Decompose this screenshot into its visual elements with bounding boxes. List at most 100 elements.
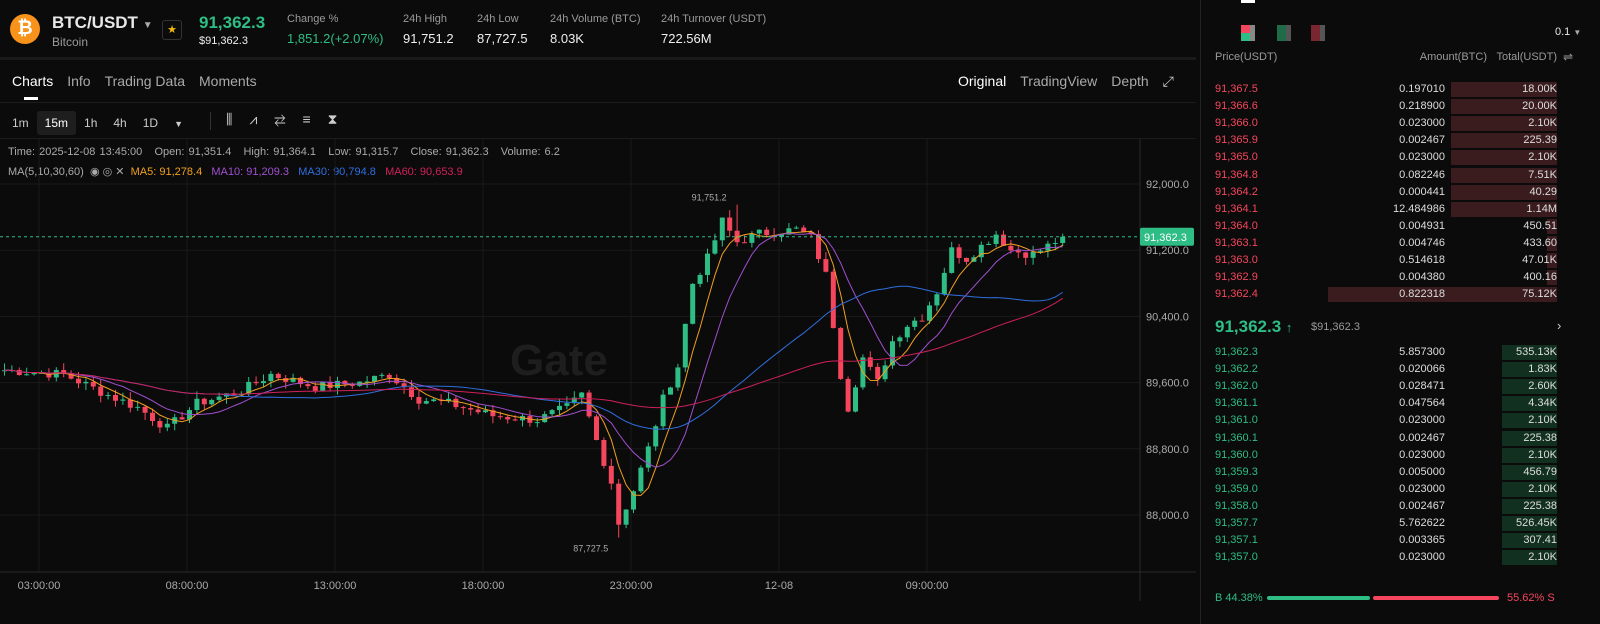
reset-chart-icon[interactable]: ⧗ [328, 111, 355, 127]
stat-label: Change % [287, 13, 339, 25]
candle-body [579, 392, 585, 398]
total: 535.13K [1516, 346, 1557, 358]
candle-body [386, 374, 392, 378]
candle-body [690, 283, 696, 324]
price: 91,357.1 [1215, 534, 1258, 547]
price: 91,365.0 [1215, 151, 1258, 164]
total: 2.10K [1528, 414, 1557, 427]
candlestick-chart[interactable]: 92,000.0 91,200.0 90,400.0 89,600.0 88,800.0… [0, 139, 1196, 601]
candle-body [882, 365, 888, 380]
asks-row[interactable]: 91,365.0 0.023000 2.10K [1215, 149, 1557, 166]
settings-sliders-icon[interactable]: ⇄ [274, 111, 302, 127]
candle-body [164, 423, 170, 428]
y-tick-label: 88,800.0 [1146, 444, 1189, 456]
candle-body [209, 399, 215, 405]
asks-row[interactable]: 91,364.8 0.082246 7.51K [1215, 167, 1557, 184]
price: 91,359.3 [1215, 465, 1258, 478]
mid-price: 91,362.3 ↑ [1215, 317, 1292, 337]
asks-row[interactable]: 91,363.0 0.514618 47.01K [1215, 252, 1557, 269]
candle-body [564, 403, 570, 406]
candle-type-icon[interactable]: ⫼ [226, 111, 249, 127]
view-tradingview[interactable]: TradingView [1020, 73, 1097, 89]
asks-row[interactable]: 91,362.4 0.822318 75.12K [1215, 286, 1557, 303]
tab-moments[interactable]: Moments [199, 73, 257, 89]
candle-body [453, 398, 459, 408]
column-settings-icon[interactable]: ⇌ [1563, 50, 1573, 64]
asks-row[interactable]: 91,363.1 0.004746 433.60 [1215, 235, 1557, 252]
favorite-star-icon[interactable]: ★ [162, 20, 182, 40]
bids-row[interactable]: 91,360.1 0.002467 225.38 [1215, 430, 1557, 447]
chevron-right-icon[interactable]: › [1557, 318, 1561, 333]
total: 400.16 [1523, 271, 1557, 284]
candle-body [697, 274, 703, 284]
asks-row[interactable]: 91,365.9 0.002467 225.39 [1215, 132, 1557, 149]
asks-row[interactable]: 91,364.2 0.000441 40.29 [1215, 184, 1557, 201]
amount: 0.004931 [1399, 219, 1445, 232]
bids-row[interactable]: 91,358.0 0.002467 225.38 [1215, 498, 1557, 515]
bids-row[interactable]: 91,357.1 0.003365 307.41 [1215, 532, 1557, 549]
ticker-header: ₿ BTC/USDT ▼ Bitcoin ★ 91,362.3 $91,362.… [0, 0, 1196, 60]
order-book: 0.1 ▼ Price(USDT) Amount(BTC) Total(USDT… [1200, 0, 1600, 624]
drawing-tools-icon[interactable]: ≡ [302, 111, 327, 127]
bids-row[interactable]: 91,362.0 0.028471 2.60K [1215, 378, 1557, 395]
tf-4h[interactable]: 4h [105, 111, 134, 135]
amount: 0.005000 [1399, 465, 1445, 478]
candle-body [638, 467, 644, 492]
tf-1m[interactable]: 1m [4, 111, 37, 135]
candle-body [512, 419, 518, 421]
tab-charts[interactable]: Charts [12, 73, 53, 89]
total: 225.39 [1523, 134, 1557, 147]
bids-row[interactable]: 91,357.7 5.762622 526.45K [1215, 515, 1557, 532]
amount: 0.047564 [1399, 397, 1445, 410]
indicators-icon[interactable]: ⩘ [249, 111, 274, 127]
view-asks-icon[interactable] [1311, 25, 1325, 41]
candle-body [431, 399, 437, 402]
amount: 0.023000 [1399, 117, 1445, 130]
bids-row[interactable]: 91,361.1 0.047564 4.34K [1215, 395, 1557, 412]
view-bids-icon[interactable] [1277, 25, 1291, 41]
tab-trading-data[interactable]: Trading Data [105, 73, 185, 89]
x-tick-label: 09:00:00 [906, 580, 949, 592]
asks-row[interactable]: 91,366.0 0.023000 2.10K [1215, 115, 1557, 132]
asks-row[interactable]: 91,364.1 12.484986 1.14M [1215, 201, 1557, 218]
candle-body [764, 229, 770, 236]
y-tick-label: 90,400.0 [1146, 311, 1189, 323]
precision-select[interactable]: 0.1 ▼ [1555, 26, 1581, 38]
asks-row[interactable]: 91,366.6 0.218900 20.00K [1215, 98, 1557, 115]
bids-row[interactable]: 91,359.3 0.005000 456.79 [1215, 464, 1557, 481]
asks-row[interactable]: 91,362.9 0.004380 400.16 [1215, 269, 1557, 286]
candle-body [460, 407, 466, 409]
x-tick-label: 23:00:00 [610, 580, 653, 592]
asks-row[interactable]: 91,367.5 0.197010 18.00K [1215, 81, 1557, 98]
candle-body [475, 409, 481, 413]
stat-value: 722.56M [661, 31, 712, 46]
total: 4.34K [1528, 397, 1557, 410]
total: 7.51K [1528, 168, 1557, 181]
x-tick-label: 08:00:00 [166, 580, 209, 592]
total: 75.12K [1522, 288, 1557, 301]
candle-body [623, 509, 629, 525]
candle-body [742, 242, 747, 244]
bids-row[interactable]: 91,362.3 5.857300 535.13K [1215, 344, 1557, 361]
coin-name: Bitcoin [52, 35, 89, 49]
view-original[interactable]: Original [958, 73, 1006, 89]
view-depth[interactable]: Depth [1111, 73, 1148, 89]
bids-row[interactable]: 91,360.0 0.023000 2.10K [1215, 447, 1557, 464]
tf-more-chevron-icon[interactable]: ▼ [166, 114, 191, 134]
view-both-icon[interactable] [1241, 25, 1255, 41]
price: 91,361.0 [1215, 414, 1258, 427]
tf-1d[interactable]: 1D [135, 111, 166, 135]
candle-body [727, 217, 733, 231]
tf-1h[interactable]: 1h [76, 111, 105, 135]
asks-row[interactable]: 91,364.0 0.004931 450.51 [1215, 218, 1557, 235]
candle-body [616, 483, 622, 525]
bids-row[interactable]: 91,357.0 0.023000 2.10K [1215, 549, 1557, 566]
symbol-selector[interactable]: BTC/USDT ▼ [52, 13, 153, 33]
tf-15m[interactable]: 15m [36, 111, 77, 135]
tab-info[interactable]: Info [67, 73, 90, 89]
bids-row[interactable]: 91,359.0 0.023000 2.10K [1215, 481, 1557, 498]
candle-body [1030, 251, 1036, 258]
fullscreen-icon[interactable]: ⤢ [1163, 73, 1174, 89]
bids-row[interactable]: 91,362.2 0.020066 1.83K [1215, 361, 1557, 378]
bids-row[interactable]: 91,361.0 0.023000 2.10K [1215, 412, 1557, 429]
